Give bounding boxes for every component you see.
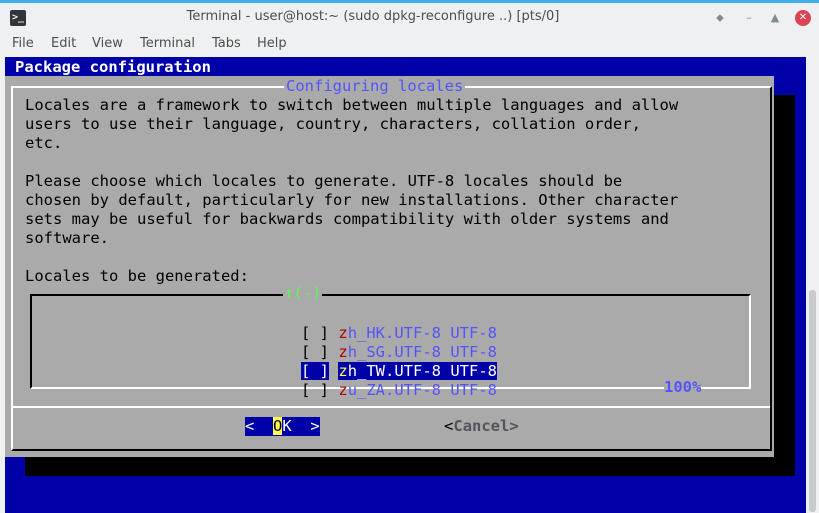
menu-file[interactable]: File [12, 36, 34, 51]
dialog-shadow-bottom [25, 457, 795, 476]
menu-tabs[interactable]: Tabs [212, 36, 241, 51]
checkbox[interactable]: [ ] [301, 381, 329, 399]
dialog-title: Configuring locales [284, 77, 466, 96]
description-line: chosen by default, particularly for new … [25, 191, 679, 209]
ok-hotkey: O [273, 417, 283, 435]
list-item[interactable]: [ ] zu_ZA.UTF-8 UTF-8 [245, 362, 497, 419]
ok-label-rest: K > [282, 417, 320, 435]
window-titlebar[interactable]: >_ Terminal - user@host:~ (sudo dpkg-rec… [0, 0, 819, 34]
cancel-label-rest: ancel> [462, 417, 519, 435]
description-line: users to use their language, country, ch… [25, 115, 641, 133]
dialog-separator [13, 406, 770, 408]
description-line: Locales are a framework to switch betwee… [25, 96, 679, 114]
list-label: Locales to be generated: [25, 267, 249, 285]
scrollbar-thumb[interactable] [809, 290, 816, 512]
ok-bracket-left: < [245, 417, 273, 435]
window-title: Terminal - user@host:~ (sudo dpkg-reconf… [186, 9, 560, 24]
locales-dialog: Configuring locales Locales are a framew… [5, 76, 774, 457]
menu-help[interactable]: Help [257, 36, 287, 51]
scroll-up-indicator: ↑(-) [283, 284, 323, 303]
terminal-scrollbar[interactable] [806, 57, 819, 513]
minimize-icon[interactable]: ⬥ [712, 10, 728, 26]
description-line: software. [25, 229, 109, 247]
menu-bar: File Edit View Terminal Tabs Help [0, 34, 819, 56]
list-percent-indicator: 100% [664, 378, 702, 397]
cancel-button[interactable]: <Cancel> [444, 417, 519, 436]
minimize-button[interactable]: – [741, 10, 757, 26]
item-label: u_ZA.UTF-8 UTF-8 [347, 381, 497, 399]
terminal-screen[interactable]: Package configuration Configuring locale… [5, 57, 806, 513]
menu-view[interactable]: View [92, 36, 123, 51]
cancel-bracket-left: < [444, 417, 454, 435]
maximize-button[interactable]: ▲ [767, 10, 783, 26]
cancel-hotkey: C [453, 417, 463, 435]
package-config-header: Package configuration [15, 58, 211, 76]
description-line: sets may be useful for backwards compati… [25, 210, 669, 228]
item-hotkey: z [338, 381, 348, 399]
menu-terminal[interactable]: Terminal [140, 36, 195, 51]
close-button[interactable]: ✕ [795, 10, 811, 26]
title-accent-line [0, 0, 819, 3]
dialog-shadow-right [774, 95, 795, 476]
description-line: Please choose which locales to generate.… [25, 172, 623, 190]
description-line: etc. [25, 134, 63, 152]
ok-button[interactable]: < OK > [245, 417, 320, 436]
menu-edit[interactable]: Edit [51, 36, 76, 51]
